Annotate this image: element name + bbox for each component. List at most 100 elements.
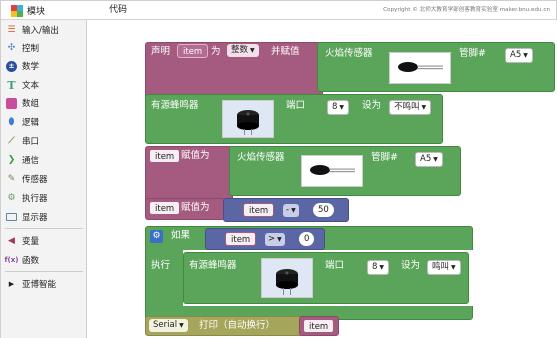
sidebar-item-label: 数学	[22, 62, 40, 72]
buzzer-icon	[237, 110, 259, 135]
buzzer-state-dropdown-1[interactable]: 不鸣叫 ▼	[389, 100, 432, 115]
flame-pin-dropdown-1[interactable]: A5 ▼	[505, 48, 533, 63]
tab-code[interactable]: 代码	[109, 1, 127, 20]
assign-label-2: 赋值为	[181, 202, 210, 213]
text-icon: T	[7, 78, 16, 92]
block-workspace[interactable]: 声明 item 为 整数▼ 并赋值 火焰传感器 管脚# A5▼ 有源蜂鸣器	[87, 20, 557, 338]
declare-label: 声明	[151, 46, 171, 57]
flame-pin-value-1: A5	[510, 50, 522, 60]
declare-assign-label: 并赋值	[271, 46, 300, 57]
sidebar-item-label: 文本	[22, 81, 40, 91]
buzzer-state-value-1: 不鸣叫	[394, 102, 420, 112]
actuator-icon: ⚙	[7, 193, 16, 203]
buzzer-port-dropdown-1[interactable]: 8 ▼	[327, 100, 350, 115]
toolbox-sidebar: ☰ 输入/输出 ✣ 控制 ± 数学 T 文本 数组 ⬮ 逻辑 ⟋ 串口 ❯ 通信 ✎ 传感器 ⚙…	[1, 20, 87, 338]
declare-type-value: 整数	[231, 45, 249, 55]
compare-op-dropdown[interactable]: > ▼	[265, 233, 285, 246]
sidebar-item-label: 输入/输出	[22, 26, 59, 36]
math-op-dropdown[interactable]: - ▼	[283, 204, 299, 217]
sidebar-item-control[interactable]: ✣ 控制	[1, 39, 87, 57]
sidebar-item-label: 通信	[22, 156, 40, 166]
triangle-right-icon: ▶	[8, 280, 15, 288]
buzzer-port-label-2: 端口	[325, 260, 345, 271]
sidebar-item-display[interactable]: 显示器	[1, 208, 87, 226]
serial-value: Serial	[153, 320, 178, 330]
chevron-down-icon: ▼	[433, 156, 438, 163]
flame-sensor-icon	[398, 62, 443, 72]
sensor-icon: ✎	[7, 174, 16, 184]
flame-pin-dropdown-2[interactable]: A5 ▼	[415, 152, 443, 167]
declare-for-label: 为	[211, 46, 221, 57]
buzzer-icon	[276, 269, 298, 295]
sidebar-item-math[interactable]: ± 数学	[1, 57, 87, 75]
flame-pin-value-2: A5	[420, 154, 432, 164]
flame-sensor-image-2	[301, 155, 363, 187]
buzzer-image-2	[261, 258, 313, 298]
serial-icon: ⟋	[8, 136, 15, 146]
sidebar-item-label: 执行器	[22, 194, 48, 204]
sidebar-item-array[interactable]: 数组	[1, 94, 87, 112]
io-icon: ☰	[7, 25, 16, 35]
serial-print-label: 打印（自动换行）	[199, 320, 276, 331]
comm-icon: ❯	[7, 155, 16, 165]
sidebar-item-io[interactable]: ☰ 输入/输出	[1, 21, 87, 39]
math-op-number[interactable]: 50	[313, 203, 334, 217]
chevron-down-icon: ▼	[277, 236, 282, 243]
serial-dropdown[interactable]: Serial ▼	[149, 319, 188, 332]
sidebar-item-label: 变量	[22, 237, 40, 247]
compare-var-pill[interactable]: item	[225, 232, 257, 246]
sidebar-item-logic[interactable]: ⬮ 逻辑	[1, 113, 87, 131]
logic-icon: ⬮	[8, 117, 15, 127]
copyright-text: Copyright © 北师大教育学部创客教育实验室 maker.bnu.edu…	[383, 7, 550, 13]
sidebar-item-variable[interactable]: ◀ 变量	[1, 232, 87, 250]
declare-var-pill[interactable]: item	[177, 44, 209, 58]
modules-icon	[11, 4, 23, 17]
math-op-var-pill[interactable]: item	[243, 203, 275, 217]
sidebar-item-label: 传感器	[22, 175, 48, 185]
buzzer-port-value-1: 8	[332, 102, 338, 112]
sidebar-item-serial[interactable]: ⟋ 串口	[1, 132, 87, 150]
flame-sensor-icon	[310, 165, 355, 175]
math-icon: ±	[6, 60, 17, 72]
sidebar-divider	[5, 271, 83, 272]
display-icon	[6, 213, 17, 221]
chevron-down-icon: ▼	[250, 47, 255, 54]
sidebar-item-label: 串口	[22, 137, 40, 147]
math-op-value: -	[286, 205, 290, 215]
assign-var-pill-1[interactable]: item	[149, 149, 181, 163]
buzzer-port-label-1: 端口	[286, 100, 306, 111]
serial-var-pill[interactable]: item	[303, 319, 335, 333]
chevron-down-icon: ▼	[451, 264, 456, 271]
assign-var-pill-2[interactable]: item	[149, 201, 181, 215]
buzzer-label-1: 有源蜂鸣器	[151, 100, 199, 111]
declare-type-dropdown[interactable]: 整数 ▼	[227, 44, 259, 57]
buzzer-set-label-2: 设为	[401, 260, 421, 271]
array-icon	[6, 97, 17, 109]
sidebar-item-sensor[interactable]: ✎ 传感器	[1, 170, 87, 188]
chevron-down-icon: ▼	[421, 104, 427, 111]
buzzer-label-2: 有源蜂鸣器	[189, 260, 237, 271]
flame-pin-label-1: 管脚#	[459, 48, 486, 59]
sidebar-item-label: 显示器	[22, 213, 48, 223]
app-window: 模块 代码 Copyright © 北师大教育学部创客教育实验室 maker.b…	[0, 0, 557, 338]
top-bar: 模块 代码 Copyright © 北师大教育学部创客教育实验室 maker.b…	[1, 1, 556, 20]
sidebar-item-label: 函数	[22, 256, 40, 266]
flame-sensor-image-1	[389, 52, 451, 84]
buzzer-image-1	[222, 100, 274, 138]
buzzer-state-dropdown-2[interactable]: 鸣叫 ▼	[427, 260, 461, 275]
buzzer-port-dropdown-2[interactable]: 8 ▼	[367, 260, 390, 275]
chevron-down-icon: ▼	[339, 104, 345, 111]
gear-icon[interactable]: ⚙	[150, 230, 163, 243]
tab-modules[interactable]: 模块	[1, 1, 87, 20]
sidebar-item-actuator[interactable]: ⚙ 执行器	[1, 189, 87, 207]
sidebar-item-comm[interactable]: ❯ 通信	[1, 151, 87, 169]
sidebar-item-yahboom[interactable]: ▶ 亚博智能	[1, 275, 87, 293]
buzzer-port-value-2: 8	[372, 262, 378, 272]
sidebar-item-text[interactable]: T 文本	[1, 76, 87, 94]
flame-pin-label-2: 管脚#	[371, 152, 398, 163]
sidebar-item-function[interactable]: f(x) 函数	[1, 251, 87, 269]
assign-label-1: 赋值为	[181, 150, 210, 161]
buzzer-state-value-2: 鸣叫	[432, 262, 450, 272]
if-label: 如果	[171, 230, 191, 241]
flame-sensor-label-2: 火焰传感器	[237, 152, 285, 163]
